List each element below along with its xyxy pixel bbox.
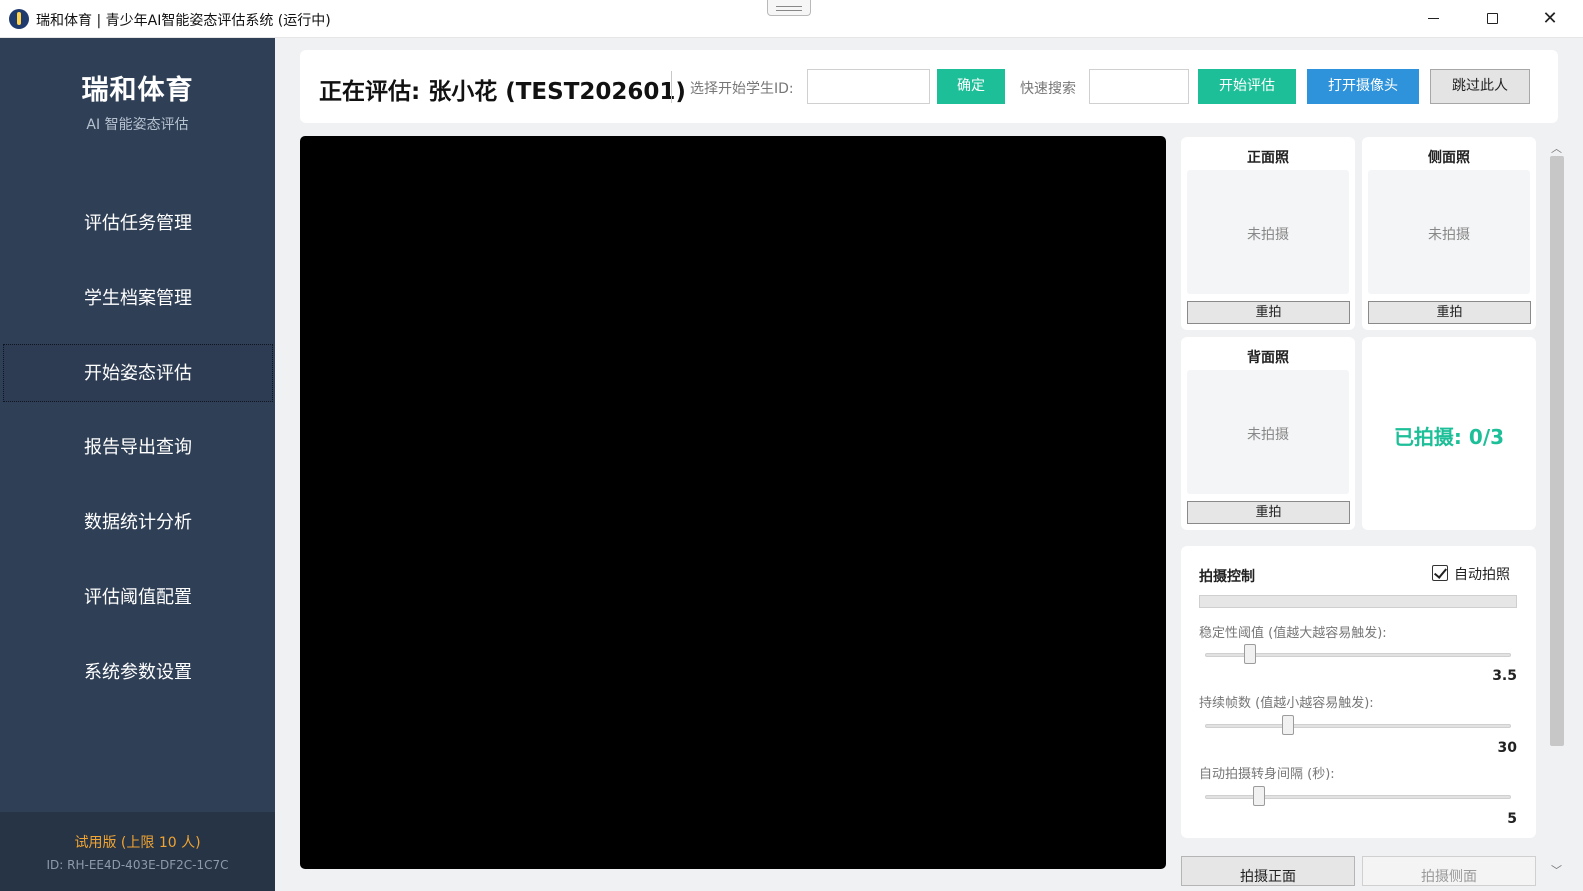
sidebar-item-task-management[interactable]: 评估任务管理 [3, 195, 273, 253]
device-id: ID: RH-EE4D-403E-DF2C-1C7C [46, 858, 229, 872]
select-student-id-label: 选择开始学生ID: [690, 81, 794, 97]
front-photo-title: 正面照 [1247, 150, 1289, 166]
sidebar-item-report-export[interactable]: 报告导出查询 [3, 419, 273, 477]
license-label: 试用版 (上限 10 人) [74, 835, 201, 851]
capture-side-button[interactable]: 拍摄侧面 [1362, 856, 1536, 886]
front-photo-status: 未拍摄 [1247, 227, 1289, 243]
app-logo-icon [9, 9, 29, 29]
side-photo-status: 未拍摄 [1428, 227, 1470, 243]
camera-preview [300, 136, 1166, 869]
start-evaluation-button[interactable]: 开始评估 [1198, 69, 1296, 104]
capture-front-button[interactable]: 拍摄正面 [1181, 856, 1355, 886]
sidebar-item-system-settings[interactable]: 系统参数设置 [3, 644, 273, 702]
current-evaluation-title: 正在评估: 张小花 (TEST202601) [319, 79, 686, 105]
close-icon: ✕ [1542, 8, 1558, 29]
auto-capture-checkbox[interactable] [1432, 565, 1448, 581]
window-title: 瑞和体育 | 青少年AI智能姿态评估系统 (运行中) [36, 13, 331, 29]
sidebar-item-student-records[interactable]: 学生档案管理 [3, 270, 273, 328]
back-photo-status: 未拍摄 [1247, 427, 1289, 443]
turn-interval-label: 自动拍摄转身间隔 (秒): [1199, 767, 1335, 782]
maximize-button[interactable] [1463, 0, 1521, 38]
back-photo-card: 背面照 未拍摄 重拍 [1181, 337, 1355, 530]
stability-threshold-slider[interactable] [1205, 644, 1511, 664]
hold-frames-label: 持续帧数 (值越小越容易触发): [1199, 696, 1374, 711]
confirm-button[interactable]: 确定 [937, 69, 1005, 104]
side-photo-placeholder: 未拍摄 [1368, 170, 1530, 294]
scroll-down-arrow-icon[interactable]: ﹀ [1551, 862, 1562, 878]
minimize-icon [1428, 18, 1439, 19]
hold-frames-slider[interactable] [1205, 715, 1511, 735]
capture-control-panel: 拍摄控制 自动拍照 稳定性阈值 (值越大越容易触发): 3.5 持续帧数 (值越… [1181, 546, 1536, 838]
open-camera-button[interactable]: 打开摄像头 [1307, 69, 1419, 104]
front-photo-placeholder: 未拍摄 [1187, 170, 1349, 294]
quick-search-label: 快速搜索 [1020, 81, 1076, 97]
back-photo-placeholder: 未拍摄 [1187, 370, 1349, 494]
capture-count-card: 已拍摄: 0/3 [1362, 337, 1536, 530]
front-photo-card: 正面照 未拍摄 重拍 [1181, 137, 1355, 330]
sidebar: 瑞和体育 AI 智能姿态评估 评估任务管理 学生档案管理 开始姿态评估 报告导出… [0, 38, 275, 891]
side-photo-card: 侧面照 未拍摄 重拍 [1362, 137, 1536, 330]
quick-search-input[interactable] [1089, 69, 1189, 104]
turn-interval-value: 5 [1507, 811, 1517, 827]
hold-frames-value: 30 [1497, 740, 1517, 756]
hold-frames-thumb[interactable] [1282, 715, 1294, 735]
skip-student-button[interactable]: 跳过此人 [1430, 69, 1530, 104]
back-photo-title: 背面照 [1247, 350, 1289, 366]
turn-interval-slider[interactable] [1205, 786, 1511, 806]
license-footer: 试用版 (上限 10 人) ID: RH-EE4D-403E-DF2C-1C7C [0, 812, 275, 891]
capture-control-title: 拍摄控制 [1199, 569, 1255, 585]
evaluation-toolbar: 正在评估: 张小花 (TEST202601) 选择开始学生ID: 确定 快速搜索… [300, 50, 1558, 123]
title-bar: 瑞和体育 | 青少年AI智能姿态评估系统 (运行中) ✕ [0, 0, 1583, 38]
sidebar-item-start-evaluation[interactable]: 开始姿态评估 [3, 344, 273, 402]
retake-side-button[interactable]: 重拍 [1368, 301, 1531, 324]
sidebar-item-threshold-config[interactable]: 评估阈值配置 [3, 569, 273, 627]
auto-capture-label: 自动拍照 [1454, 567, 1510, 583]
snap-grip-handle[interactable] [767, 0, 811, 16]
toolbar-divider [671, 71, 672, 103]
sidebar-item-statistics[interactable]: 数据统计分析 [3, 494, 273, 552]
scroll-up-arrow-icon[interactable]: ︿ [1551, 140, 1562, 156]
maximize-icon [1487, 13, 1498, 24]
right-panel-scrollbar[interactable]: ︿ ﹀ [1547, 136, 1567, 881]
scrollbar-thumb[interactable] [1550, 156, 1564, 746]
brand-subtitle: AI 智能姿态评估 [86, 117, 189, 133]
side-photo-title: 侧面照 [1428, 150, 1470, 166]
student-id-input[interactable] [807, 69, 930, 104]
turn-interval-thumb[interactable] [1253, 786, 1265, 806]
stability-threshold-label: 稳定性阈值 (值越大越容易触发): [1199, 626, 1387, 641]
brand-title: 瑞和体育 [81, 75, 194, 106]
minimize-button[interactable] [1405, 0, 1463, 38]
stability-threshold-thumb[interactable] [1244, 644, 1256, 664]
retake-back-button[interactable]: 重拍 [1187, 501, 1350, 524]
capture-progress-bar [1199, 595, 1517, 608]
stability-threshold-value: 3.5 [1492, 668, 1517, 684]
close-button[interactable]: ✕ [1521, 0, 1579, 38]
capture-count: 已拍摄: 0/3 [1393, 425, 1505, 449]
retake-front-button[interactable]: 重拍 [1187, 301, 1350, 324]
